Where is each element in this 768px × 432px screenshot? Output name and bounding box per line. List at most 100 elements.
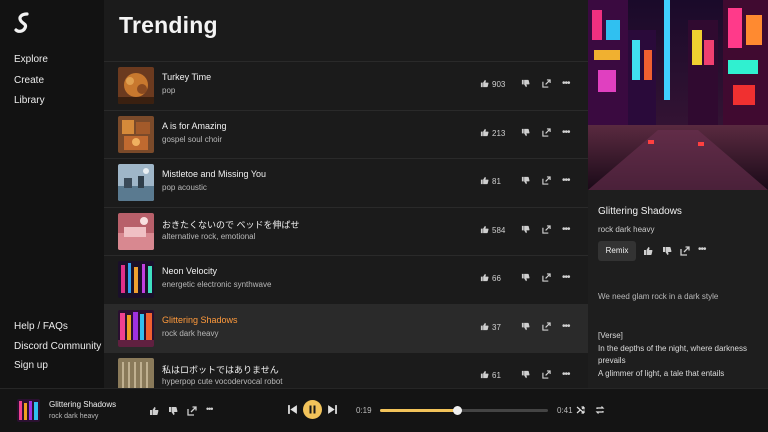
repeat-icon[interactable] (595, 405, 605, 415)
player-bar: Glittering Shadows rock dark heavy ••• 0… (0, 388, 768, 432)
song-cover (118, 164, 154, 201)
lyrics: [Verse] In the depths of the night, wher… (598, 330, 763, 380)
progress-slider[interactable] (380, 406, 548, 415)
thumbs-up-icon[interactable] (480, 322, 489, 334)
sign-up-link[interactable]: Sign up (14, 360, 101, 380)
share-icon[interactable] (542, 127, 551, 140)
nav-library[interactable]: Library (14, 95, 48, 116)
more-icon[interactable]: ••• (562, 369, 570, 381)
more-icon[interactable]: ••• (562, 175, 570, 187)
discord-community-link[interactable]: Discord Community (14, 341, 101, 361)
song-title[interactable]: A is for Amazing (162, 121, 227, 131)
lyrics-line: In the depths of the night, where darkne… (598, 343, 747, 366)
nav-explore[interactable]: Explore (14, 54, 48, 75)
pause-button[interactable] (303, 400, 322, 419)
song-tags: rock dark heavy (162, 328, 219, 338)
song-row-active[interactable]: Glittering Shadows rock dark heavy 37 ••… (104, 303, 588, 352)
song-title[interactable]: おきたくないので ベッドを伸ばせ (162, 218, 300, 231)
thumbs-down-icon[interactable] (168, 406, 178, 416)
song-cover (118, 67, 154, 104)
thumbs-up-icon[interactable] (480, 273, 489, 285)
more-icon[interactable]: ••• (562, 272, 570, 284)
song-tags: pop acoustic (162, 183, 207, 192)
detail-tags: rock dark heavy (598, 225, 655, 234)
like-count: 213 (492, 128, 506, 138)
share-icon[interactable] (542, 224, 551, 237)
like-count: 584 (492, 225, 506, 235)
song-title[interactable]: Neon Velocity (162, 266, 217, 276)
more-icon[interactable]: ••• (562, 127, 570, 139)
sidebar: Explore Create Library Help / FAQs Disco… (0, 0, 104, 388)
previous-track-icon[interactable] (287, 404, 298, 415)
shuffle-icon[interactable] (576, 405, 586, 415)
song-title[interactable]: Glittering Shadows (162, 315, 238, 325)
song-title[interactable]: Turkey Time (162, 72, 211, 82)
trending-panel: Trending Turkey Time pop 903 ••• A is fo… (104, 0, 588, 388)
lyrics-line: A glimmer of light, a tale that entails (598, 368, 725, 378)
next-track-icon[interactable] (327, 404, 338, 415)
song-title[interactable]: Mistletoe and Missing You (162, 169, 266, 179)
logo-icon[interactable] (13, 12, 35, 34)
song-detail-panel: Glittering Shadows rock dark heavy Remix… (588, 0, 768, 388)
thumbs-up-icon[interactable] (149, 406, 159, 416)
song-list: Turkey Time pop 903 ••• A is for Amazing… (104, 61, 588, 388)
current-time: 0:19 (356, 406, 372, 415)
sidebar-nav: Explore Create Library (14, 54, 48, 116)
thumbs-up-icon[interactable] (480, 128, 489, 140)
song-tags: gospel soul choir (162, 134, 223, 144)
share-icon[interactable] (542, 273, 551, 285)
now-playing-tags: rock dark heavy (49, 413, 99, 420)
like-count: 37 (492, 322, 501, 332)
thumbs-up-icon[interactable] (480, 79, 489, 91)
help-faqs-link[interactable]: Help / FAQs (14, 321, 101, 341)
song-tags: hyperpop cute vocodervocal robot (162, 377, 283, 386)
more-icon[interactable]: ••• (698, 244, 708, 255)
more-icon[interactable]: ••• (206, 404, 216, 414)
song-row[interactable]: Mistletoe and Missing You pop acoustic 8… (104, 158, 588, 207)
share-icon[interactable] (680, 246, 690, 256)
sidebar-footer: Help / FAQs Discord Community Sign up (14, 321, 101, 380)
song-title[interactable]: 私はロボットではありません (162, 363, 279, 376)
share-icon[interactable] (542, 321, 551, 334)
thumbs-down-icon[interactable] (521, 322, 530, 334)
share-icon[interactable] (542, 370, 551, 382)
song-cover (118, 115, 154, 153)
song-row[interactable]: おきたくないので ベッドを伸ばせ alternative rock, emoti… (104, 206, 588, 256)
song-tags: pop (162, 86, 176, 95)
thumbs-down-icon[interactable] (521, 225, 530, 237)
thumbs-up-icon[interactable] (643, 246, 653, 256)
song-row[interactable]: Neon Velocity energetic electronic synth… (104, 255, 588, 304)
now-playing-title[interactable]: Glittering Shadows (49, 400, 116, 409)
song-row[interactable]: Turkey Time pop 903 ••• (104, 61, 588, 110)
share-icon[interactable] (542, 176, 551, 188)
song-cover-large (588, 0, 768, 190)
lyrics-line: [Verse] (598, 331, 623, 340)
thumbs-up-icon[interactable] (480, 176, 489, 188)
song-cover (118, 212, 154, 250)
thumbs-down-icon[interactable] (662, 246, 672, 256)
song-tags: alternative rock, emotional (162, 231, 256, 241)
more-icon[interactable]: ••• (562, 321, 570, 333)
now-playing-cover[interactable] (17, 399, 40, 422)
thumbs-up-icon[interactable] (480, 225, 489, 237)
nav-create[interactable]: Create (14, 75, 48, 96)
remix-button[interactable]: Remix (598, 241, 636, 261)
share-icon[interactable] (187, 406, 197, 416)
more-icon[interactable]: ••• (562, 78, 570, 90)
progress-fill (380, 409, 458, 412)
thumbs-up-icon[interactable] (480, 370, 489, 382)
song-row[interactable]: 私はロボットではありません hyperpop cute vocodervocal… (104, 352, 588, 388)
song-cover (118, 309, 154, 347)
progress-handle[interactable] (452, 406, 462, 415)
total-time: 0:41 (557, 406, 573, 415)
thumbs-down-icon[interactable] (521, 79, 530, 91)
thumbs-down-icon[interactable] (521, 370, 530, 382)
song-row[interactable]: A is for Amazing gospel soul choir 213 •… (104, 109, 588, 159)
more-icon[interactable]: ••• (562, 224, 570, 236)
like-count: 66 (492, 274, 501, 283)
thumbs-down-icon[interactable] (521, 176, 530, 188)
share-icon[interactable] (542, 79, 551, 91)
like-count: 81 (492, 177, 501, 186)
thumbs-down-icon[interactable] (521, 128, 530, 140)
thumbs-down-icon[interactable] (521, 273, 530, 285)
